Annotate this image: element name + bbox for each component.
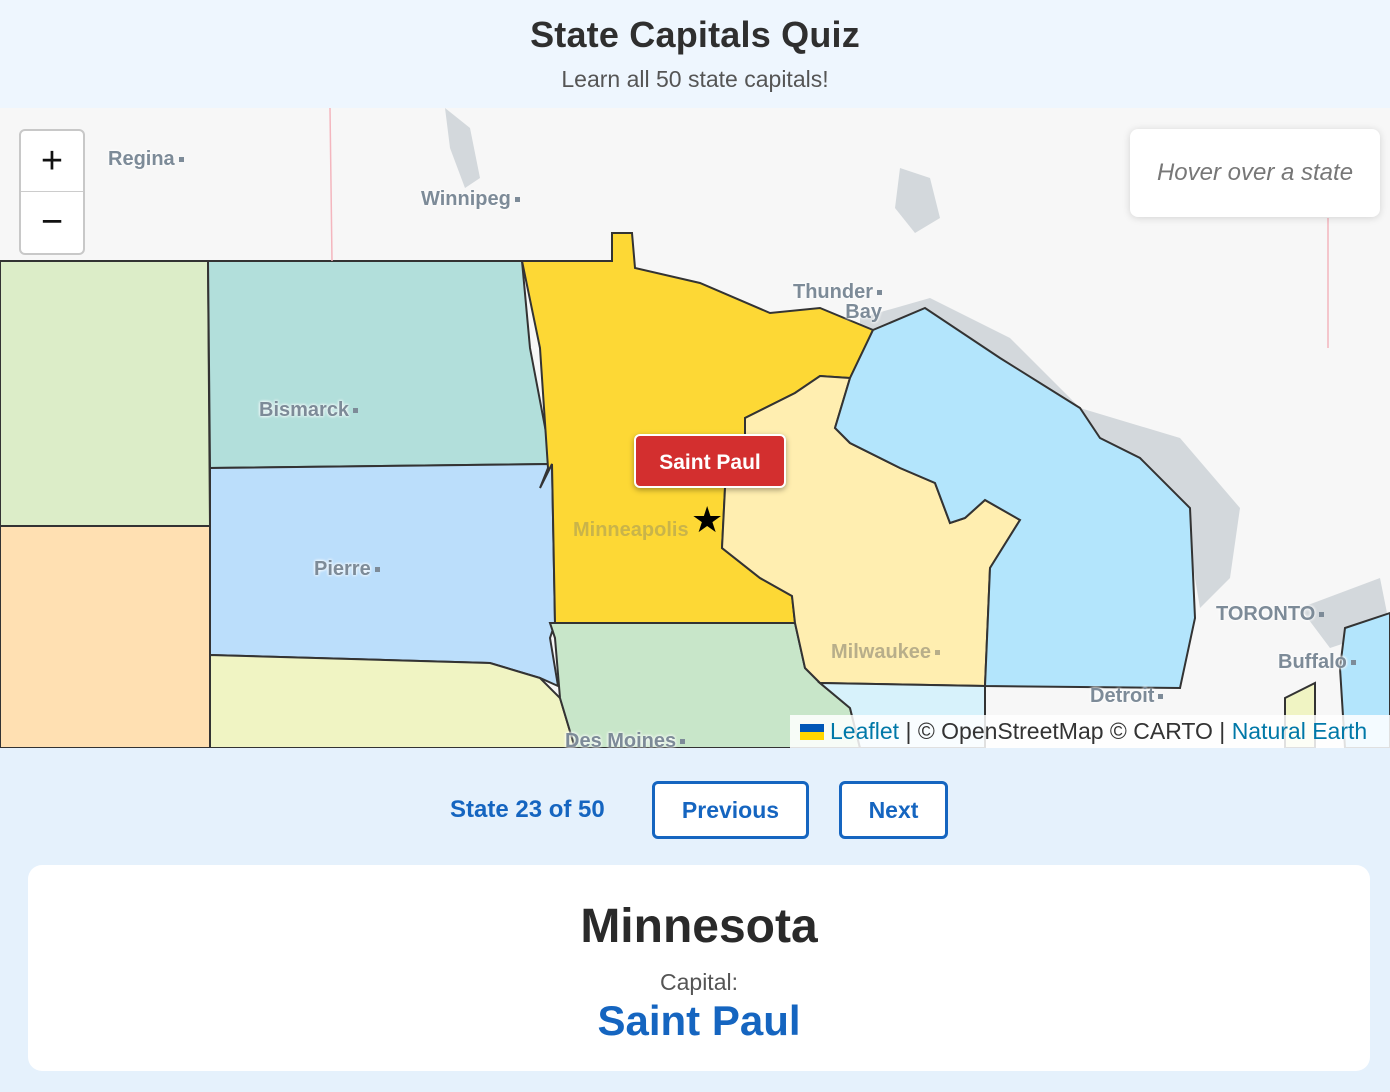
lake-winnipeg <box>445 108 480 188</box>
ukraine-flag-icon <box>800 724 824 740</box>
page-subtitle: Learn all 50 state capitals! <box>561 66 829 92</box>
state-south-dakota[interactable] <box>209 462 560 688</box>
zoom-control: + − <box>19 129 85 255</box>
zoom-out-button[interactable]: − <box>21 191 83 252</box>
capital-value: Saint Paul <box>597 997 801 1044</box>
header: State Capitals Quiz Learn all 50 state c… <box>0 0 1390 108</box>
map-attribution: Leaflet | © OpenStreetMap © CARTO | Natu… <box>790 715 1390 748</box>
state-north-dakota[interactable] <box>206 260 554 470</box>
city-label-bismarck: Bismarck <box>259 399 359 422</box>
leaflet-link[interactable]: Leaflet <box>830 718 899 744</box>
state-montana[interactable] <box>0 260 212 527</box>
page-title: State Capitals Quiz <box>530 14 860 55</box>
lake-nipigon <box>895 168 940 233</box>
attribution-text: | © OpenStreetMap © CARTO | <box>899 718 1232 744</box>
city-label-milwaukee: Milwaukee <box>831 641 941 664</box>
city-label-buffalo: Buffalo <box>1278 651 1356 674</box>
hover-info-panel: Hover over a state <box>1130 129 1380 217</box>
map[interactable]: + − Hover over a state Regina Winnipeg T… <box>0 108 1390 748</box>
city-label-thunder-bay: Thunder Bay <box>793 281 882 323</box>
next-button[interactable]: Next <box>839 781 948 839</box>
city-label-pierre: Pierre <box>314 558 380 581</box>
capital-star-icon[interactable]: ★ <box>691 500 723 540</box>
city-label-regina: Regina <box>108 148 184 171</box>
city-label-minneapolis: Minneapolis <box>573 519 689 541</box>
natural-earth-link[interactable]: Natural Earth <box>1232 718 1368 744</box>
capital-marker-label[interactable]: Saint Paul <box>634 434 786 488</box>
state-wyoming[interactable] <box>0 525 211 748</box>
city-label-des-moines: Des Moines <box>565 730 686 748</box>
quiz-navigation: State 23 of 50 Previous Next <box>0 780 1390 842</box>
state-name: Minnesota <box>580 900 818 953</box>
capital-label: Capital: <box>660 969 738 995</box>
state-info-card: Minnesota Capital: Saint Paul <box>28 865 1370 1071</box>
state-counter: State 23 of 50 <box>450 796 605 823</box>
city-label-toronto: TORONTO <box>1216 603 1325 626</box>
previous-button[interactable]: Previous <box>652 781 809 839</box>
city-label-winnipeg: Winnipeg <box>421 188 520 211</box>
zoom-in-button[interactable]: + <box>21 131 83 191</box>
canada-border <box>329 108 333 262</box>
city-label-detroit: Detroit <box>1090 685 1164 708</box>
